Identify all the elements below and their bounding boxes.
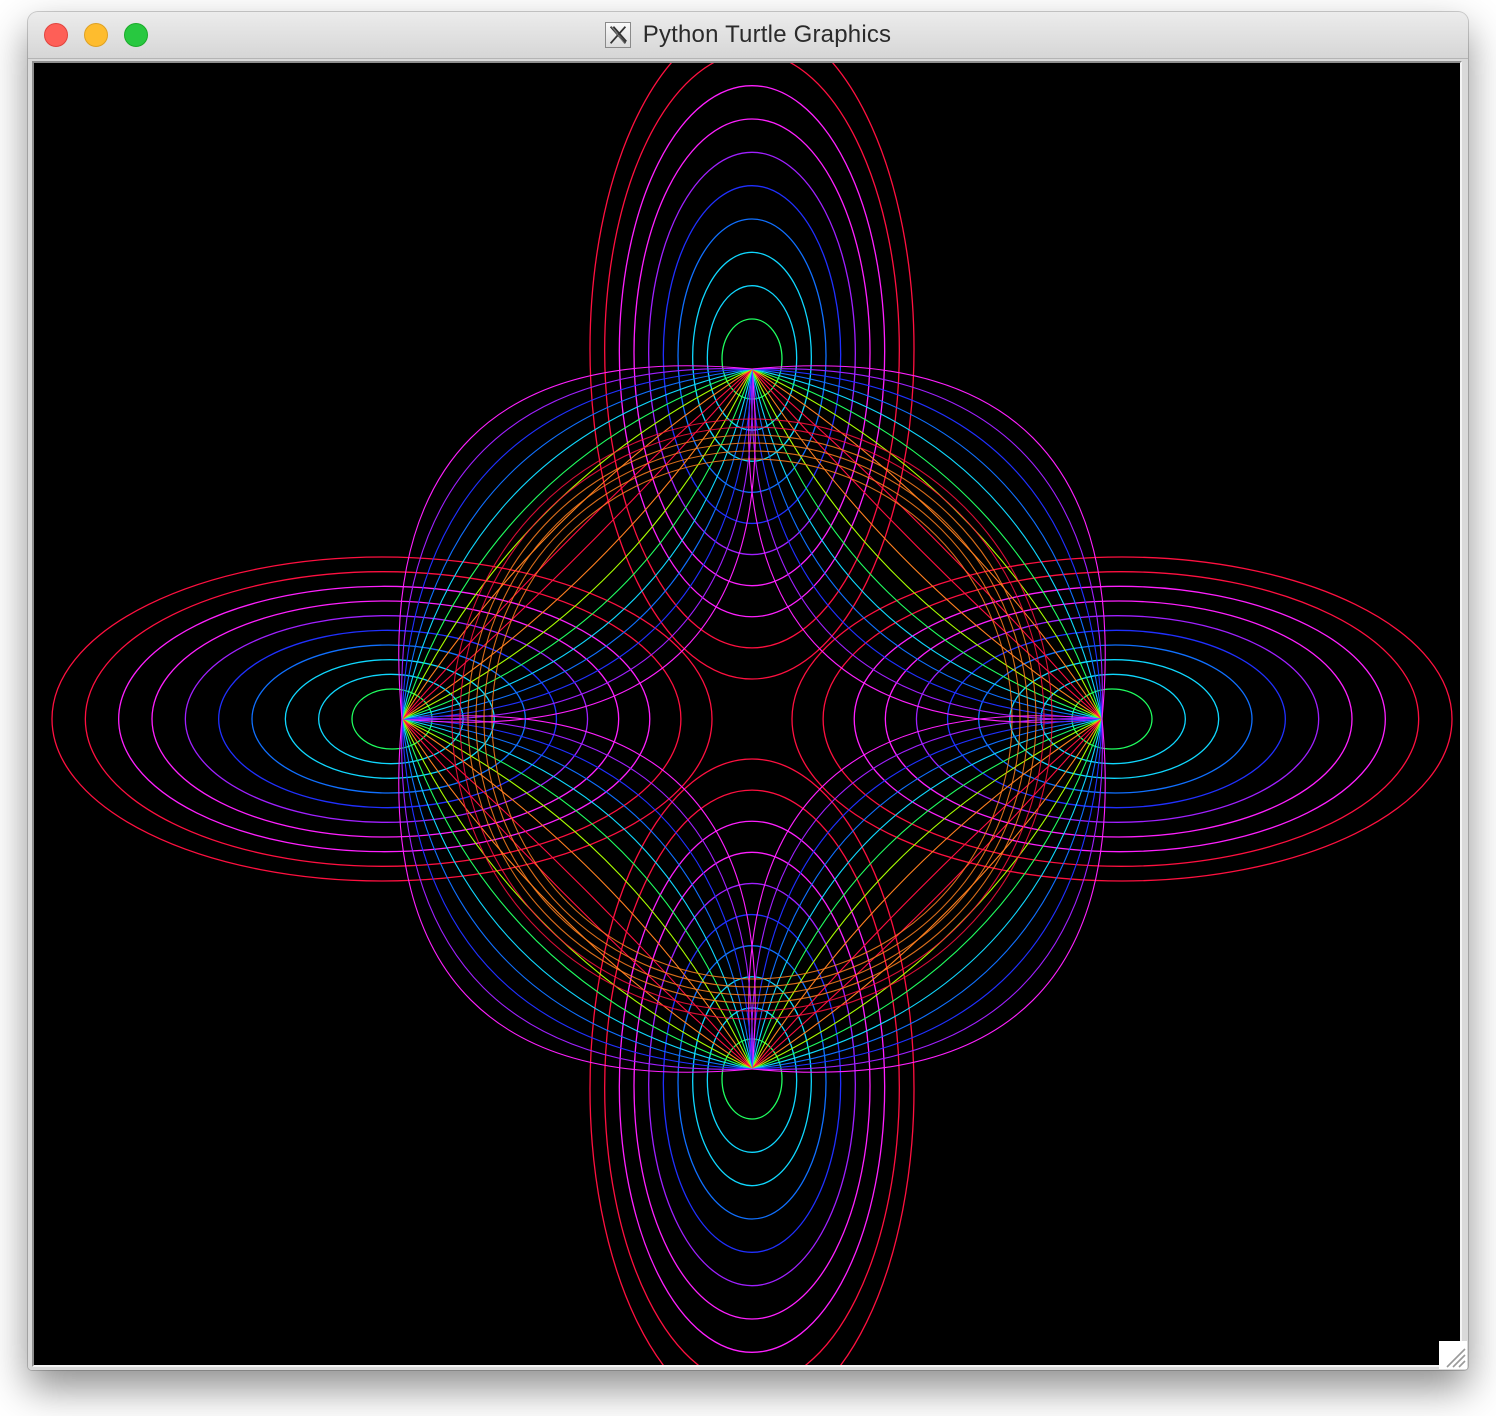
lobe-3-loop-4 (633, 851, 871, 1320)
lattice-side-4-curve-17 (401, 368, 753, 720)
window-content (28, 59, 1468, 1370)
turtle-window: Python Turtle Graphics (28, 12, 1468, 1370)
lobe-1-loop-4 (633, 118, 871, 587)
boundary-ring-2 (459, 426, 1045, 1012)
boundary-ring-1 (451, 418, 1053, 1020)
lobe-1-loop-3 (618, 85, 886, 618)
lattice-side-2-curve-6 (751, 718, 1103, 1070)
lobe-4-loop-6 (218, 629, 558, 809)
lattice-side-1-curve-7 (751, 368, 1103, 720)
lobe-2-loop-6 (946, 629, 1286, 809)
lattice-side-1-curve-5 (751, 368, 1103, 720)
lattice-side-4-curve-5 (401, 368, 753, 720)
boundary-ring-5 (483, 450, 1021, 988)
lattice-side-3-curve-17 (401, 718, 753, 1070)
lattice-side-1-curve-6 (751, 368, 1103, 720)
lattice-side-1-curve-8 (751, 368, 1103, 720)
lattice-side-3-curve-15 (401, 718, 753, 1070)
lattice-side-4-curve-7 (401, 368, 753, 720)
lattice-side-1-curve-10 (751, 368, 1103, 720)
lobe-4-loop-4 (151, 600, 620, 838)
lattice-side-3-curve-2 (401, 718, 753, 1070)
lattice-side-4-curve-13 (401, 368, 753, 720)
lattice-side-1-curve-15 (751, 368, 1103, 720)
boundary-ring-6 (491, 458, 1013, 980)
lattice-side-1-curve-16 (751, 368, 1103, 720)
boundary-ring-4 (475, 442, 1029, 996)
lattice-side-4-curve-9 (401, 368, 753, 720)
lattice-side-1-curve-13 (751, 368, 1103, 720)
lattice-side-3-curve-9 (401, 718, 753, 1070)
lattice-side-1-curve-2 (751, 368, 1103, 720)
lattice-side-4-curve-8 (401, 368, 753, 720)
lattice-side-1-curve-4 (751, 368, 1103, 720)
lattice-side-3-curve-16 (401, 718, 753, 1070)
lattice-side-4-curve-6 (401, 368, 753, 720)
lattice-side-2-curve-12 (751, 718, 1103, 1070)
lattice-side-4-curve-14 (401, 368, 753, 720)
lattice-side-4-curve-10 (401, 368, 753, 720)
lattice-side-3-curve-8 (401, 718, 753, 1070)
lattice-side-4-curve-15 (401, 368, 753, 720)
lattice-side-3-curve-14 (401, 718, 753, 1070)
lobe-4-loop-1 (51, 556, 713, 882)
lattice-side-1-curve-14 (751, 368, 1103, 720)
lattice-side-2-curve-15 (751, 718, 1103, 1070)
lattice-side-2-curve-14 (751, 718, 1103, 1070)
lattice-side-4-curve-4 (401, 368, 753, 720)
lattice-side-1-curve-12 (751, 368, 1103, 720)
lattice-side-4-curve-2 (401, 368, 753, 720)
lattice-side-2-curve-17 (751, 718, 1103, 1070)
lattice-side-2-curve-10 (751, 718, 1103, 1070)
lattice-side-3-curve-12 (401, 718, 753, 1070)
lattice-side-2-curve-7 (751, 718, 1103, 1070)
lattice-side-3-curve-7 (401, 718, 753, 1070)
title-group: Python Turtle Graphics (28, 12, 1468, 58)
lattice-side-4-curve-12 (401, 368, 753, 720)
resize-grip-icon[interactable] (1439, 1341, 1467, 1369)
lobe-3-loop-3 (618, 820, 886, 1353)
lobe-4-loop-3 (118, 585, 651, 853)
lattice-side-4-curve-16 (401, 368, 753, 720)
lattice-side-3-curve-3 (401, 718, 753, 1070)
lattice-side-1-curve-11 (751, 368, 1103, 720)
lobe-3-loop-6 (662, 913, 842, 1253)
lattice-side-2-curve-8 (751, 718, 1103, 1070)
lattice-side-2-curve-9 (751, 718, 1103, 1070)
turtle-canvas[interactable] (34, 63, 1460, 1365)
lobe-2-loop-4 (884, 600, 1353, 838)
lattice-side-3-curve-4 (401, 718, 753, 1070)
lattice-side-2-curve-5 (751, 718, 1103, 1070)
lattice-side-2-curve-11 (751, 718, 1103, 1070)
lattice-side-3-curve-5 (401, 718, 753, 1070)
lobe-2-loop-3 (853, 585, 1386, 853)
lattice-side-2-curve-3 (751, 718, 1103, 1070)
lattice-side-2-curve-4 (751, 718, 1103, 1070)
lattice-side-3-curve-10 (401, 718, 753, 1070)
lattice-side-2-curve-16 (751, 718, 1103, 1070)
lattice-side-2-curve-2 (751, 718, 1103, 1070)
x11-icon (604, 22, 631, 48)
canvas-frame (32, 61, 1462, 1367)
lobe-2-loop-1 (791, 556, 1453, 882)
lattice-side-3-curve-6 (401, 718, 753, 1070)
title-bar[interactable]: Python Turtle Graphics (28, 12, 1468, 59)
lattice-side-1-curve-3 (751, 368, 1103, 720)
lattice-side-3-curve-11 (401, 718, 753, 1070)
lattice-side-4-curve-3 (401, 368, 753, 720)
lattice-side-1-curve-17 (751, 368, 1103, 720)
lattice-side-1-curve-9 (751, 368, 1103, 720)
lattice-side-2-curve-13 (751, 718, 1103, 1070)
lattice-side-4-curve-11 (401, 368, 753, 720)
lobe-1-loop-6 (662, 185, 842, 525)
window-title: Python Turtle Graphics (642, 21, 892, 48)
lattice-side-3-curve-13 (401, 718, 753, 1070)
boundary-ring-3 (467, 434, 1037, 1004)
